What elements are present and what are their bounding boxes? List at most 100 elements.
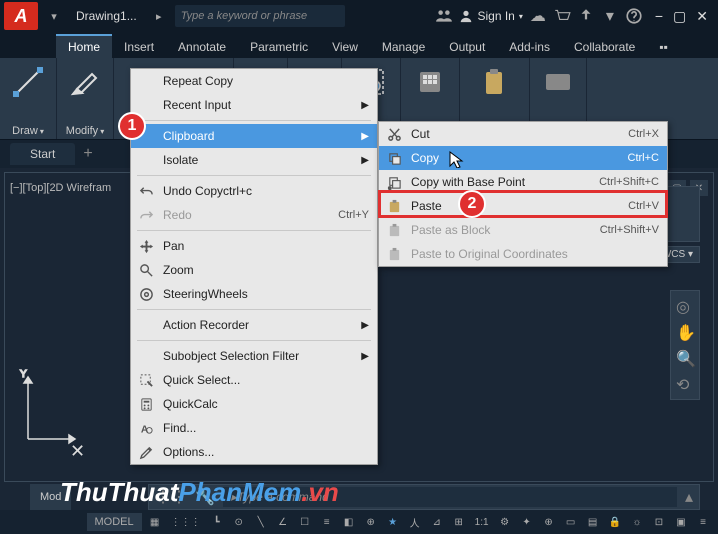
sb-lock-icon[interactable]: 🔒 (606, 513, 624, 531)
help-icon[interactable] (625, 7, 643, 25)
ucs-icon: Y (18, 369, 78, 454)
sb-ortho-icon[interactable]: ┗ (208, 513, 226, 531)
tab-manage[interactable]: Manage (370, 36, 437, 58)
sb-snap-icon[interactable]: ⋮⋮⋮ (168, 513, 204, 531)
ctx-item-subobject-selection-filter[interactable]: Subobject Selection Filter▶ (131, 344, 377, 368)
paste-icon (383, 197, 405, 215)
ctx-item-paste-to-original-coordinates[interactable]: Paste to Original Coordinates (379, 242, 667, 266)
ctx-item-quick-select-[interactable]: Quick Select... (131, 368, 377, 392)
app-logo[interactable]: A (4, 2, 38, 30)
nav-zoom-icon[interactable]: 🔍 (676, 349, 694, 367)
sb-annomonitor-icon[interactable]: ⊕ (540, 513, 558, 531)
sb-filter-icon[interactable]: ⊿ (428, 513, 446, 531)
ctx-item-clipboard[interactable]: Clipboard▶ (131, 124, 377, 148)
ctx-item-paste[interactable]: PasteCtrl+V (379, 194, 667, 218)
sb-quickprops-icon[interactable]: ▤ (584, 513, 602, 531)
ctx-item-pan[interactable]: Pan (131, 234, 377, 258)
sb-scale-label[interactable]: 1:1 (472, 513, 492, 531)
tab-output[interactable]: Output (437, 36, 497, 58)
ctx-item-copy[interactable]: CopyCtrl+C (379, 146, 667, 170)
ctx-item-paste-as-block[interactable]: Paste as BlockCtrl+Shift+V (379, 218, 667, 242)
sb-polar-icon[interactable]: ⊙ (230, 513, 248, 531)
sb-transparency-icon[interactable]: ◧ (340, 513, 358, 531)
sb-grid-icon[interactable]: ▦ (146, 513, 164, 531)
crosshair-marker: ✕ (70, 441, 85, 462)
sb-lineweight-icon[interactable]: ≡ (318, 513, 336, 531)
sb-cycling-icon[interactable]: ⊕ (362, 513, 380, 531)
sign-in-button[interactable]: Sign In▾ (459, 9, 522, 23)
minimize-button[interactable]: − (655, 8, 663, 25)
viewport-label[interactable]: [−][Top][2D Wirefram (8, 180, 113, 196)
sb-gizmo-icon[interactable]: ⊞ (450, 513, 468, 531)
blank-icon (135, 316, 157, 334)
cart-icon[interactable] (553, 7, 571, 25)
callout-badge-1: 1 (118, 112, 146, 140)
submenu-arrow-icon: ▶ (361, 100, 369, 111)
ctx-item-find-[interactable]: AFind... (131, 416, 377, 440)
ctx-item-isolate[interactable]: Isolate▶ (131, 148, 377, 172)
nav-bar[interactable]: ◎ ✋ 🔍 ⟲ (670, 290, 700, 400)
ctx-item-cut[interactable]: CutCtrl+X (379, 122, 667, 146)
cmd-recent-icon[interactable]: ▴ (685, 487, 693, 507)
view-icon (538, 62, 578, 102)
ctx-item-undo-copyctrl-c[interactable]: Undo Copyctrl+c (131, 179, 377, 203)
ctx-item-copy-with-base-point[interactable]: Copy with Base PointCtrl+Shift+C (379, 170, 667, 194)
callout-badge-2: 2 (458, 190, 486, 218)
submenu-arrow-icon: ▶ (361, 155, 369, 166)
watermark: ThuThuatPhanMem.vn (60, 477, 339, 508)
qat-dropdown-icon[interactable]: ▾ (44, 6, 64, 26)
tab-view[interactable]: View (320, 36, 370, 58)
sb-hardware-icon[interactable]: ⊡ (650, 513, 668, 531)
tab-parametric[interactable]: Parametric (238, 36, 320, 58)
sb-units-icon[interactable]: ▭ (562, 513, 580, 531)
nav-wheel-icon[interactable]: ◎ (676, 297, 694, 315)
sb-osnap-icon[interactable]: ∠ (274, 513, 292, 531)
panel-modify[interactable]: Modify▾ (57, 58, 114, 139)
help-dropdown-icon[interactable]: ▾ (601, 7, 619, 25)
file-tab-start[interactable]: Start (10, 143, 75, 165)
panel-draw[interactable]: Draw▾ (0, 58, 57, 139)
sb-model-button[interactable]: MODEL (87, 513, 142, 531)
close-button[interactable]: ✕ (696, 8, 708, 25)
title-bar: A ▾ Drawing1... ▸ Type a keyword or phra… (0, 0, 718, 32)
sb-customize-icon[interactable]: ≡ (694, 513, 712, 531)
cloud-icon[interactable]: ☁ (529, 7, 547, 25)
tab-home[interactable]: Home (56, 34, 112, 58)
people-icon[interactable] (435, 7, 453, 25)
share-icon[interactable] (577, 7, 595, 25)
panel-modify-label: Modify (66, 125, 98, 137)
doc-dropdown-icon[interactable]: ▸ (149, 6, 169, 26)
panel-draw-label: Draw (12, 125, 38, 137)
svg-text:A: A (140, 424, 148, 435)
ctx-item-redo[interactable]: RedoCtrl+Y (131, 203, 377, 227)
tab-addins[interactable]: Add-ins (497, 36, 562, 58)
sb-isolate-icon[interactable]: ☼ (628, 513, 646, 531)
sb-annoscale-icon[interactable]: ⚙ (496, 513, 514, 531)
tab-annotate[interactable]: Annotate (166, 36, 238, 58)
ctx-item-steeringwheels[interactable]: SteeringWheels (131, 282, 377, 306)
ctx-item-quickcalc[interactable]: QuickCalc (131, 392, 377, 416)
nav-orbit-icon[interactable]: ⟲ (676, 375, 694, 393)
nav-pan-icon[interactable]: ✋ (676, 323, 694, 341)
redo-icon (135, 206, 157, 224)
document-title: Drawing1... (70, 9, 143, 23)
tab-overflow-icon[interactable]: ▪▪ (647, 36, 680, 58)
maximize-button[interactable]: ▢ (673, 8, 686, 25)
sb-dynamic-ucs-icon[interactable]: 人 (406, 513, 424, 531)
sb-isodraft-icon[interactable]: ╲ (252, 513, 270, 531)
tab-collaborate[interactable]: Collaborate (562, 36, 647, 58)
tab-insert[interactable]: Insert (112, 36, 166, 58)
ctx-item-options-[interactable]: Options... (131, 440, 377, 464)
search-input[interactable]: Type a keyword or phrase (175, 5, 345, 27)
sb-cleanscreen-icon[interactable]: ▣ (672, 513, 690, 531)
sb-otrack-icon[interactable]: ☐ (296, 513, 314, 531)
sb-workspace-icon[interactable]: ✦ (518, 513, 536, 531)
ctx-item-zoom[interactable]: Zoom (131, 258, 377, 282)
sb-3dosnap-icon[interactable]: ★ (384, 513, 402, 531)
ctx-item-repeat-copy[interactable]: Repeat Copy (131, 69, 377, 93)
ctx-item-recent-input[interactable]: Recent Input▶ (131, 93, 377, 117)
file-tab-add-icon[interactable]: + (83, 145, 92, 163)
submenu-arrow-icon: ▶ (361, 320, 369, 331)
ctx-item-action-recorder[interactable]: Action Recorder▶ (131, 313, 377, 337)
undo-icon (135, 182, 157, 200)
